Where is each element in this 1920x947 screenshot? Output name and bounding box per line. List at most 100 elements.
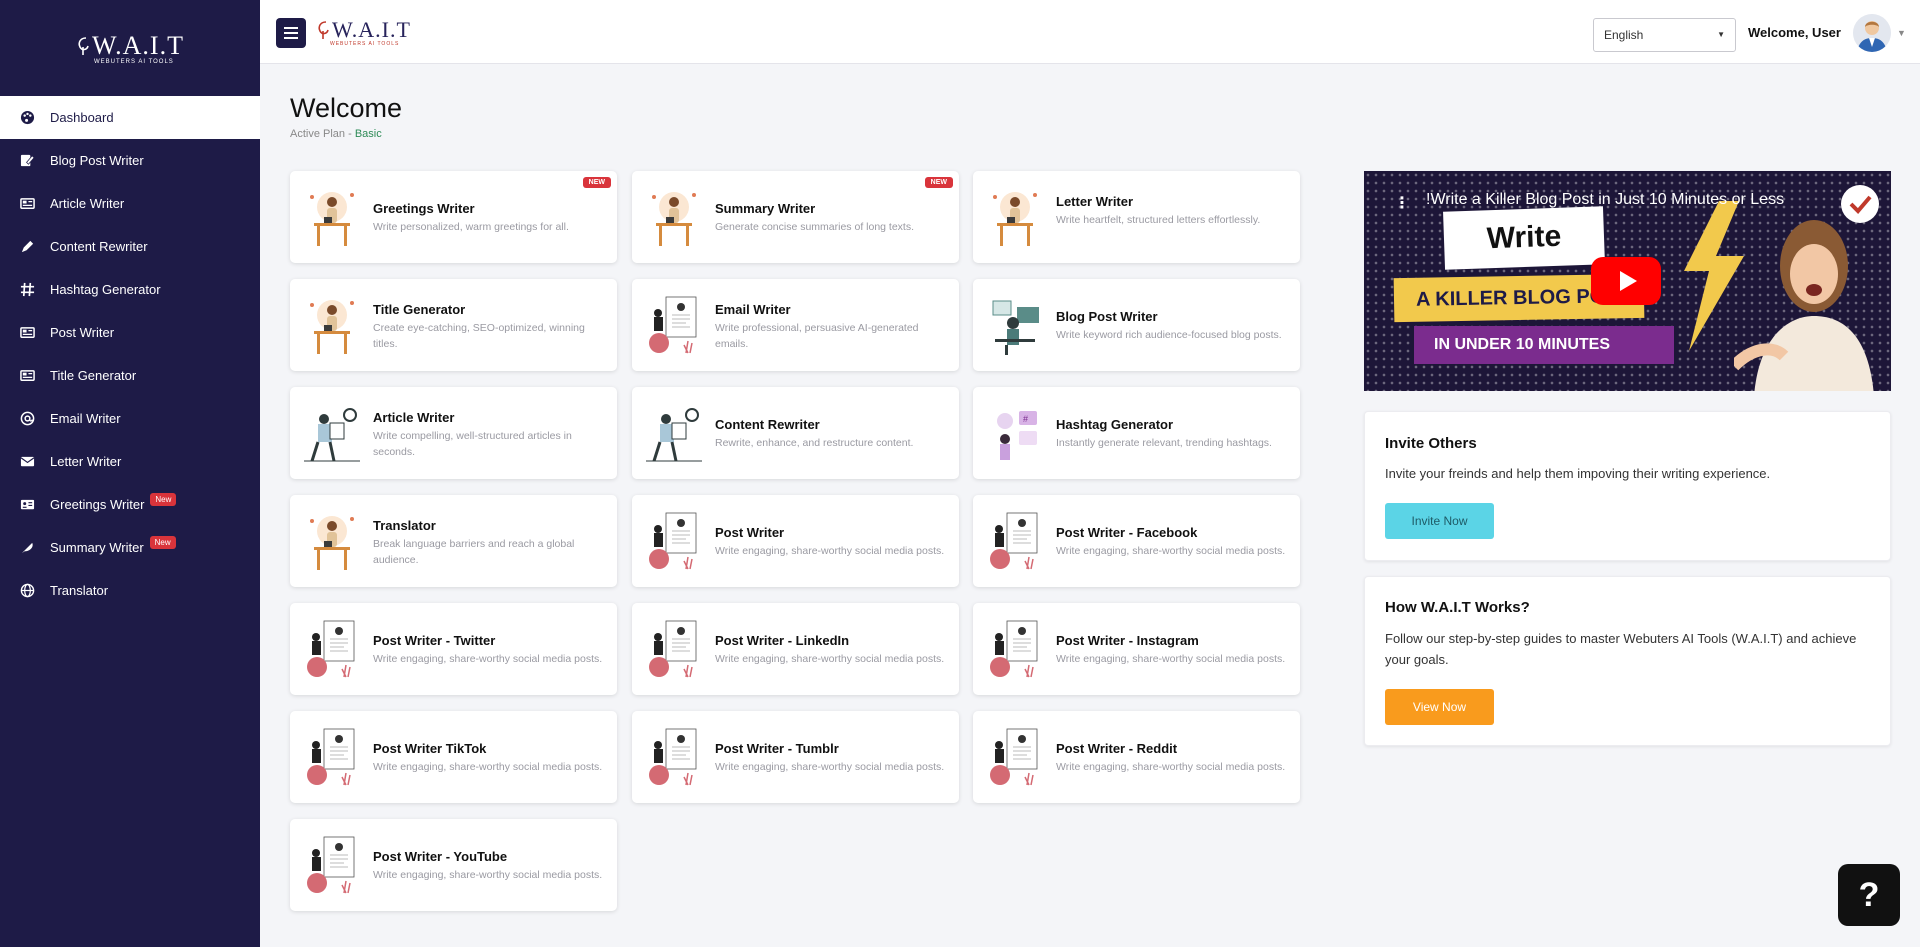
invite-title: Invite Others	[1385, 435, 1477, 452]
help-button[interactable]: ?	[1838, 864, 1900, 926]
tool-card-description: Write heartfelt, structured letters effo…	[1056, 214, 1261, 226]
hashtag-icon	[20, 282, 35, 297]
tool-card-description: Write personalized, warm greetings for a…	[373, 221, 569, 233]
user-avatar[interactable]	[1853, 14, 1891, 52]
invite-text: Invite your freinds and help them impovi…	[1385, 466, 1771, 481]
tool-card-title: Title Generator	[373, 302, 466, 317]
document-person-illustration	[985, 509, 1045, 573]
hamburger-line	[284, 32, 298, 34]
globe-icon	[20, 583, 35, 598]
sidebar-item-article-writer[interactable]: Article Writer	[0, 182, 260, 225]
tool-card-description: Write engaging, share-worthy social medi…	[715, 761, 945, 773]
document-person-illustration	[302, 617, 362, 681]
tool-card-title: Summary Writer	[715, 201, 816, 216]
sidebar-item-content-rewriter[interactable]: Content Rewriter	[0, 225, 260, 268]
tool-card-hashtag-generator[interactable]: # Hashtag Generator Instantly generate rel…	[973, 387, 1300, 479]
logo-mark-icon	[78, 37, 89, 55]
tool-card-post-writer-instagram[interactable]: Post Writer - Instagram Write engaging, s…	[973, 603, 1300, 695]
profile-caret-icon[interactable]: ▼	[1897, 28, 1906, 38]
language-select[interactable]: English ▼	[1593, 18, 1736, 52]
how-text: Follow our step-by-step guides to master…	[1385, 631, 1857, 667]
reading-person-illustration	[644, 401, 704, 465]
tool-card-post-writer[interactable]: Post Writer Write engaging, share-worthy …	[632, 495, 959, 587]
sidebar-item-letter-writer[interactable]: Letter Writer	[0, 440, 260, 483]
sidebar-item-greetings-writer[interactable]: Greetings Writer New	[0, 483, 260, 526]
newspaper-icon	[20, 196, 35, 211]
tool-card-description: Write engaging, share-worthy social medi…	[715, 545, 945, 557]
tool-card-blog-post-writer[interactable]: Blog Post Writer Write keyword rich audie…	[973, 279, 1300, 371]
tool-card-article-writer[interactable]: Article Writer Write compelling, well-str…	[290, 387, 617, 479]
palette-icon	[20, 110, 35, 125]
video-menu-icon[interactable]: ⋮	[1394, 193, 1410, 213]
sidebar-item-label: Content Rewriter	[50, 239, 148, 254]
welcome-user-text: Welcome, User	[1748, 25, 1841, 40]
sidebar-item-blog-post-writer[interactable]: Blog Post Writer	[0, 139, 260, 182]
hashtag-illustration: #	[985, 401, 1045, 465]
tool-card-post-writer-tumblr[interactable]: Post Writer - Tumblr Write engaging, shar…	[632, 711, 959, 803]
newspaper-icon	[20, 368, 35, 383]
tool-card-title: Blog Post Writer	[1056, 309, 1158, 324]
tool-card-content-rewriter[interactable]: Content Rewriter Rewrite, enhance, and re…	[632, 387, 959, 479]
sidebar-item-summary-writer[interactable]: Summary Writer New	[0, 526, 260, 569]
blogger-illustration	[985, 293, 1045, 357]
feather-icon	[20, 540, 35, 555]
language-value: English	[1604, 28, 1644, 42]
sidebar-item-label: Dashboard	[50, 110, 114, 125]
reading-person-illustration	[302, 401, 362, 465]
tool-card-title: Content Rewriter	[715, 417, 820, 432]
tool-card-title: Post Writer TikTok	[373, 741, 487, 756]
tool-card-description: Generate concise summaries of long texts…	[715, 221, 915, 233]
header-logo[interactable]: W.A.I.T WEBUTERS AI TOOLS	[316, 17, 411, 47]
tool-card-post-writer-twitter[interactable]: Post Writer - Twitter Write engaging, sha…	[290, 603, 617, 695]
video-player[interactable]: ⋮ !Write a Killer Blog Post in Just 10 M…	[1364, 171, 1891, 391]
tool-card-letter-writer[interactable]: Letter Writer Write heartfelt, structured…	[973, 171, 1300, 263]
tool-card-title: Post Writer - YouTube	[373, 849, 508, 864]
brand-tagline: WEBUTERS AI TOOLS	[94, 59, 174, 65]
sidebar-item-dashboard[interactable]: Dashboard	[0, 96, 260, 139]
tool-card-post-writer-tiktok[interactable]: Post Writer TikTok Write engaging, share-…	[290, 711, 617, 803]
new-badge: NEW	[582, 177, 611, 188]
document-person-illustration	[985, 725, 1045, 789]
sidebar-item-label: Greetings Writer	[50, 497, 145, 512]
sidebar-item-title-generator[interactable]: Title Generator	[0, 354, 260, 397]
document-person-illustration	[644, 293, 704, 357]
menu-toggle-button[interactable]	[276, 18, 306, 48]
tool-card-title: Post Writer - LinkedIn	[715, 633, 850, 648]
sidebar-item-email-writer[interactable]: Email Writer	[0, 397, 260, 440]
sidebar-item-label: Article Writer	[50, 196, 125, 211]
view-now-button[interactable]: View Now	[1385, 689, 1494, 725]
tool-card-description: Write engaging, share-worthy social medi…	[715, 653, 945, 665]
sidebar-logo[interactable]: W.A.I.T WEBUTERS AI TOOLS	[0, 0, 260, 96]
new-badge: New	[149, 536, 176, 549]
youtube-play-button[interactable]	[1591, 257, 1661, 305]
sidebar-item-label: Summary Writer	[50, 540, 144, 555]
page-title: Welcome	[290, 93, 403, 123]
tool-card-translator[interactable]: Translator Break language barriers and re…	[290, 495, 617, 587]
sidebar-item-label: Email Writer	[50, 411, 121, 426]
tool-card-title: Article Writer	[373, 410, 455, 425]
sidebar-item-post-writer[interactable]: Post Writer	[0, 311, 260, 354]
desk-person-illustration	[644, 185, 704, 249]
tool-card-post-writer-linkedin[interactable]: Post Writer - LinkedIn Write engaging, sh…	[632, 603, 959, 695]
tool-card-greetings-writer[interactable]: Greetings Writer Write personalized, warm…	[290, 171, 617, 263]
tool-card-summary-writer[interactable]: Summary Writer Generate concise summaries…	[632, 171, 959, 263]
sidebar-item-hashtag-generator[interactable]: Hashtag Generator	[0, 268, 260, 311]
tool-card-post-writer-youtube[interactable]: Post Writer - YouTube Write engaging, sha…	[290, 819, 617, 911]
tool-card-description: Write professional, persuasive AI-genera…	[715, 322, 919, 350]
video-presenter-image	[1734, 220, 1874, 391]
tool-card-title: Post Writer - Instagram	[1056, 633, 1199, 648]
sidebar-item-label: Translator	[50, 583, 109, 598]
hamburger-line	[284, 27, 298, 29]
plan-value: Basic	[354, 128, 382, 140]
hamburger-line	[284, 37, 298, 39]
tool-card-post-writer-reddit[interactable]: Post Writer - Reddit Write engaging, shar…	[973, 711, 1300, 803]
invite-now-button[interactable]: Invite Now	[1385, 503, 1494, 539]
play-icon	[1619, 271, 1637, 291]
tool-card-post-writer-facebook[interactable]: Post Writer - Facebook Write engaging, sh…	[973, 495, 1300, 587]
tool-card-title-generator[interactable]: Title Generator Create eye-catching, SEO-…	[290, 279, 617, 371]
sidebar-item-translator[interactable]: Translator	[0, 569, 260, 612]
video-title[interactable]: !Write a Killer Blog Post in Just 10 Min…	[1426, 191, 1784, 209]
tool-card-title: Greetings Writer	[373, 201, 475, 216]
desk-person-illustration	[985, 185, 1045, 249]
tool-card-email-writer[interactable]: Email Writer Write professional, persuasi…	[632, 279, 959, 371]
